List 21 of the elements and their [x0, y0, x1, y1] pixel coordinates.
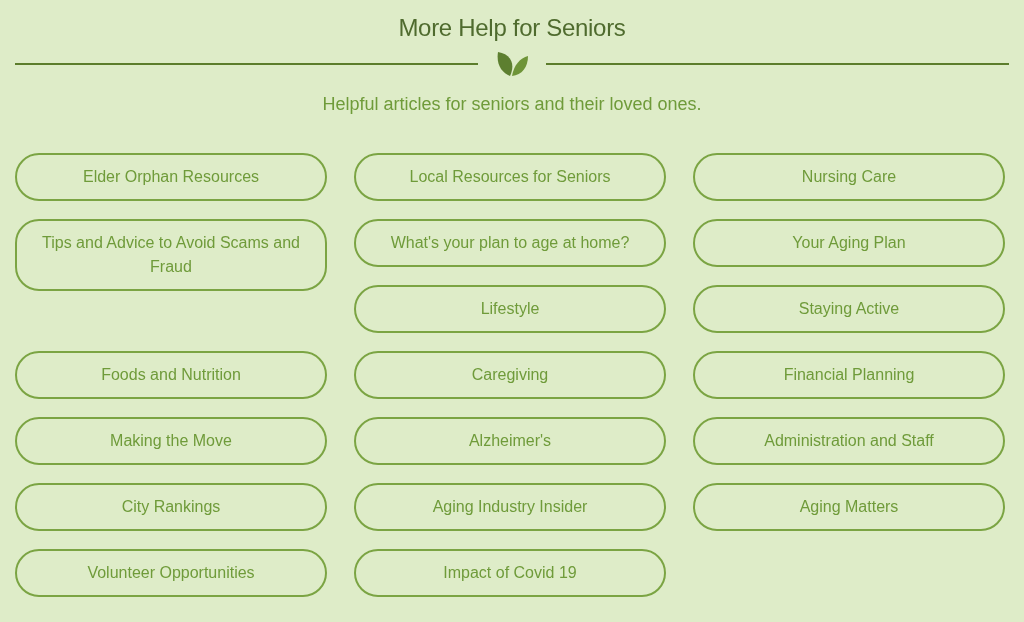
- article-link-button[interactable]: Elder Orphan Resources: [15, 153, 327, 201]
- article-link-button[interactable]: What's your plan to age at home?: [354, 219, 666, 267]
- article-link-button[interactable]: Volunteer Opportunities: [15, 549, 327, 597]
- article-link-button[interactable]: Caregiving: [354, 351, 666, 399]
- subheading: Helpful articles for seniors and their loved ones.: [322, 93, 702, 116]
- article-link-button[interactable]: Making the Move: [15, 417, 327, 465]
- article-link-button[interactable]: Aging Industry Insider: [354, 483, 666, 531]
- article-link-button[interactable]: Impact of Covid 19: [354, 549, 666, 597]
- article-link-button[interactable]: Lifestyle: [354, 285, 666, 333]
- article-link-button[interactable]: Administration and Staff: [693, 417, 1005, 465]
- article-link-button[interactable]: Foods and Nutrition: [15, 351, 327, 399]
- article-link-button[interactable]: Tips and Advice to Avoid Scams and Fraud: [15, 219, 327, 291]
- article-link-button[interactable]: Nursing Care: [693, 153, 1005, 201]
- article-link-button[interactable]: Alzheimer's: [354, 417, 666, 465]
- section-heading: More Help for Seniors: [398, 14, 626, 43]
- article-link-button[interactable]: City Rankings: [15, 483, 327, 531]
- article-link-button[interactable]: Financial Planning: [693, 351, 1005, 399]
- article-link-button[interactable]: Your Aging Plan: [693, 219, 1005, 267]
- article-link-button[interactable]: Local Resources for Seniors: [354, 153, 666, 201]
- article-link-button[interactable]: Aging Matters: [693, 483, 1005, 531]
- article-link-button[interactable]: Staying Active: [693, 285, 1005, 333]
